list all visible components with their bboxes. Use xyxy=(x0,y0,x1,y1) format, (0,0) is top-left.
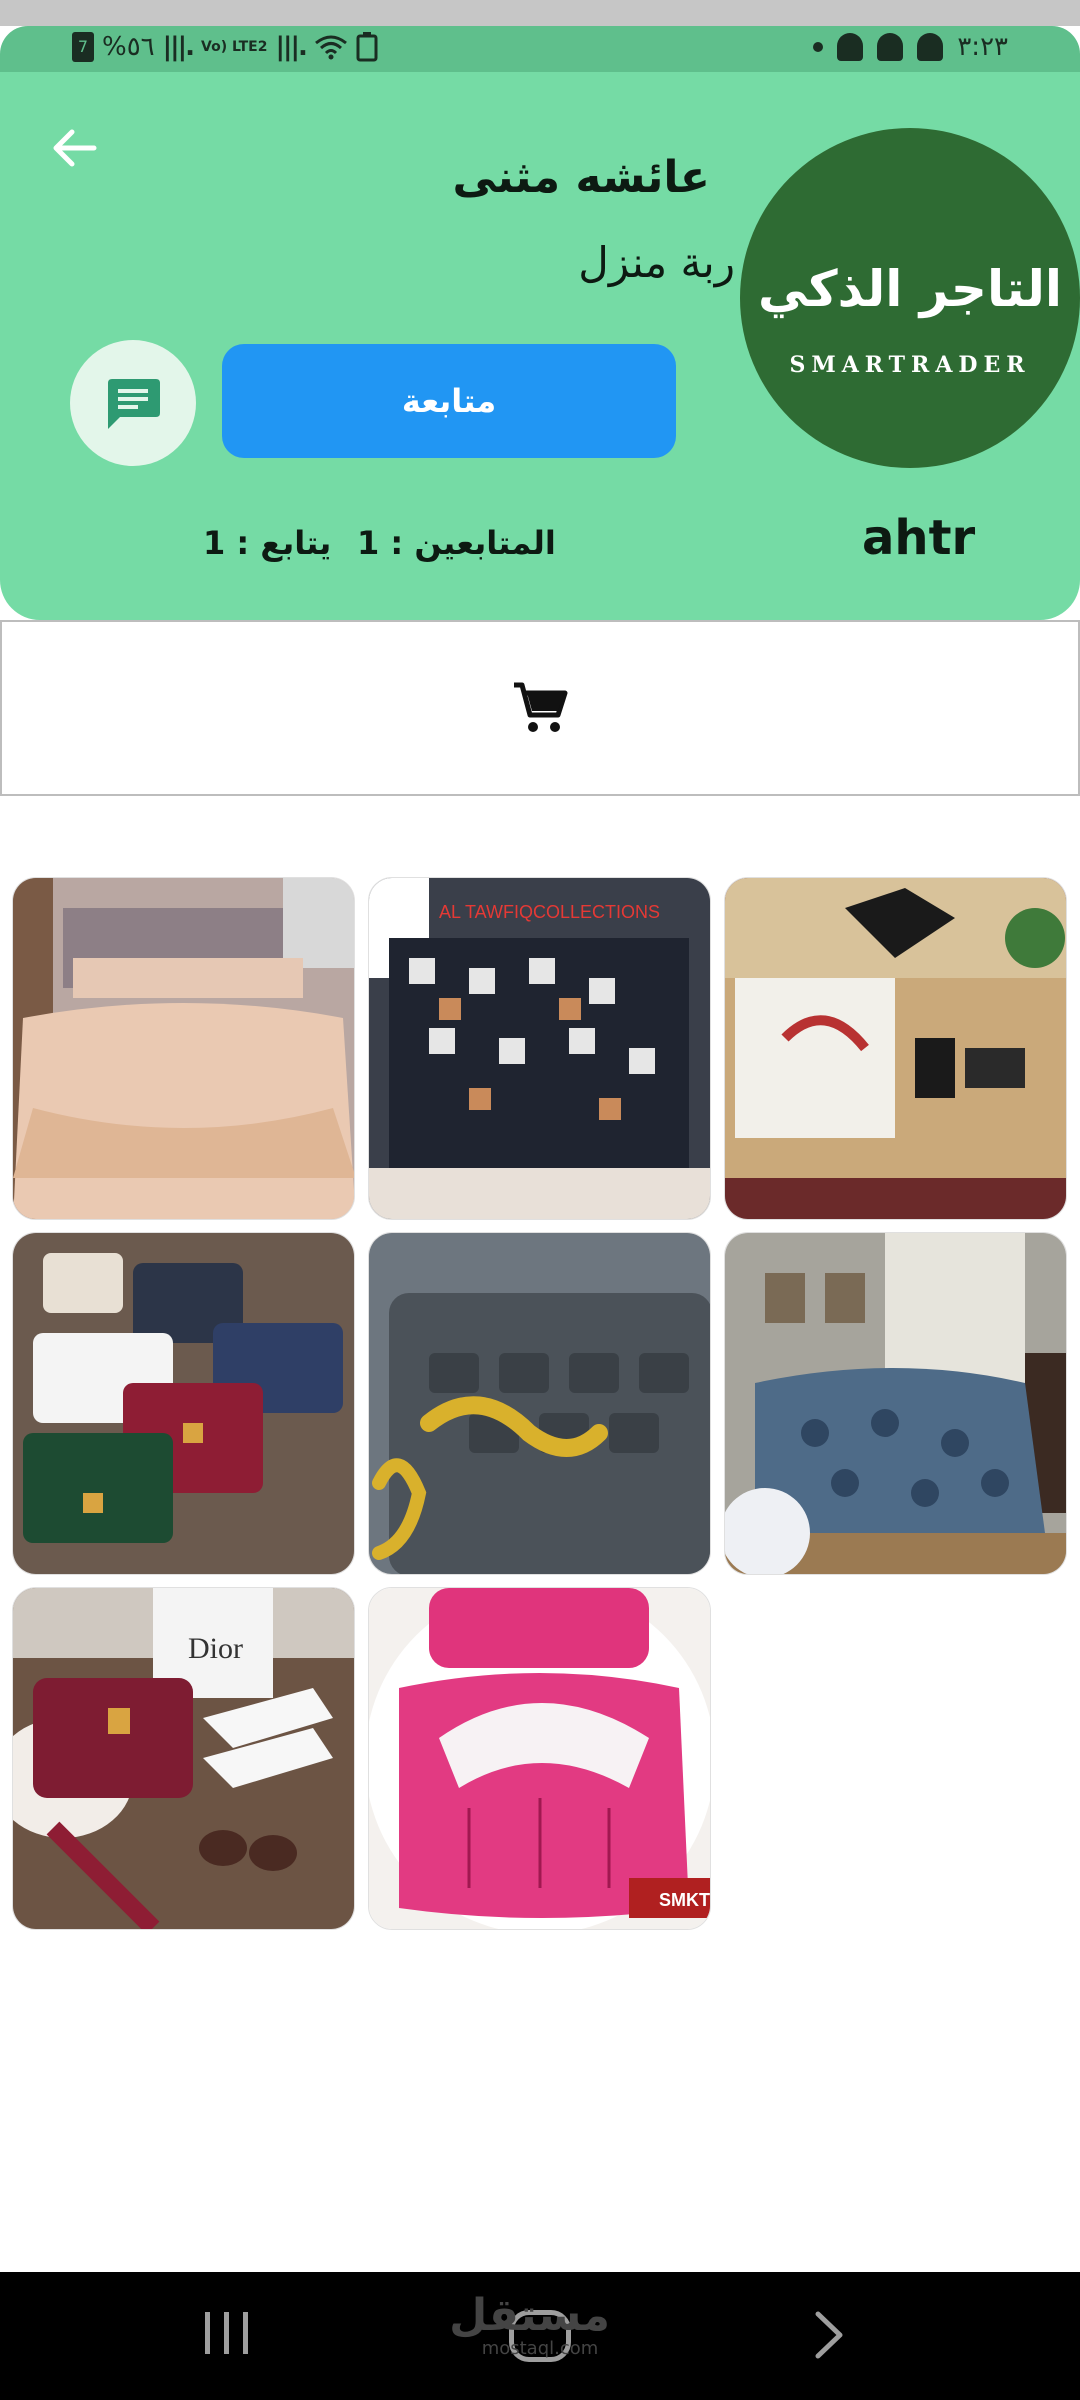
logo-arabic-text: التاجر الذكي xyxy=(757,260,1063,318)
following-count[interactable]: يتابع : 1 xyxy=(203,524,331,562)
store-username: ahtr xyxy=(862,510,976,566)
product-tile[interactable] xyxy=(12,877,355,1220)
product-image-bedding-checkered: AL TAWFIQCOLLECTIONS xyxy=(369,878,710,1219)
store-logo: التاجر الذكي SMARTRADER xyxy=(740,128,1080,468)
top-system-strip xyxy=(0,0,1080,26)
watermark-latin: mostaql.com xyxy=(481,2338,599,2359)
product-image-handbag-shoes: Dior xyxy=(13,1588,354,1929)
message-button[interactable] xyxy=(70,340,196,466)
snapchat-notification-icon xyxy=(837,33,864,61)
product-image-bedding-blue xyxy=(725,1233,1066,1574)
snapchat-notification-icon xyxy=(917,33,944,61)
product-tile[interactable]: Dior xyxy=(12,1587,355,1930)
recent-apps-button[interactable] xyxy=(205,2312,248,2354)
product-image-bedding-pink: SMKT xyxy=(369,1588,710,1929)
follow-button[interactable]: متابعة xyxy=(222,344,676,458)
store-description: ربة منزل xyxy=(578,238,735,287)
battery-icon: 7 xyxy=(72,32,94,62)
signal-bars-icon: |||. xyxy=(162,32,195,62)
system-navigation-bar: مستقل mostaql.com xyxy=(0,2272,1080,2400)
product-image-gold-name-pendant xyxy=(369,1233,710,1574)
product-image-handbags xyxy=(13,1233,354,1574)
product-tile[interactable] xyxy=(368,1232,711,1575)
snapchat-notification-icon xyxy=(877,33,904,61)
status-bar: 7 %٥٦ |||. Vo) LTE2 |||. ٣:٢٣ xyxy=(0,26,1080,72)
watermark-arabic: مستقل xyxy=(449,2290,610,2341)
product-overlay-text: SMKT xyxy=(659,1890,710,1910)
watermark: مستقل mostaql.com xyxy=(449,2290,610,2359)
chevron-right-icon xyxy=(815,2311,843,2359)
status-left-group: 7 %٥٦ |||. Vo) LTE2 |||. xyxy=(72,32,378,62)
followers-count[interactable]: المتابعين : 1 xyxy=(357,524,556,562)
product-overlay-text: AL TAWFIQCOLLECTIONS xyxy=(439,902,660,922)
notification-dot-icon xyxy=(813,42,824,52)
arrow-left-icon xyxy=(53,129,97,167)
product-image-bedding-beige xyxy=(13,878,354,1219)
wifi-icon xyxy=(314,35,347,60)
product-tile[interactable]: AL TAWFIQCOLLECTIONS xyxy=(368,877,711,1220)
battery-percent: %٥٦ xyxy=(102,32,155,62)
network-type: Vo) LTE2 xyxy=(201,39,268,55)
store-name: عائشه مثنى xyxy=(452,152,710,203)
product-tile[interactable]: SMKT xyxy=(368,1587,711,1930)
products-tab-bar[interactable] xyxy=(0,620,1080,796)
product-tile[interactable] xyxy=(724,877,1067,1220)
product-overlay-text: Dior xyxy=(188,1632,243,1665)
battery-saver-icon xyxy=(356,32,378,62)
product-tile[interactable] xyxy=(724,1232,1067,1575)
shopping-cart-icon[interactable] xyxy=(512,681,568,735)
store-profile-header: التاجر الذكي SMARTRADER عائشه مثنى ربة م… xyxy=(0,72,1080,620)
status-right-group: ٣:٢٣ xyxy=(813,32,1008,62)
recent-apps-bar xyxy=(243,2312,248,2354)
signal-bars-2-icon: |||. xyxy=(275,32,307,62)
product-image-gift-box xyxy=(725,878,1066,1219)
recent-apps-bar xyxy=(224,2312,229,2354)
logo-english-text: SMARTRADER xyxy=(789,352,1031,378)
back-nav-button[interactable] xyxy=(814,2310,844,2364)
clock: ٣:٢٣ xyxy=(957,32,1008,62)
chat-icon xyxy=(108,379,160,429)
product-tile[interactable] xyxy=(12,1232,355,1575)
recent-apps-bar xyxy=(205,2312,210,2354)
back-button[interactable] xyxy=(44,118,104,178)
